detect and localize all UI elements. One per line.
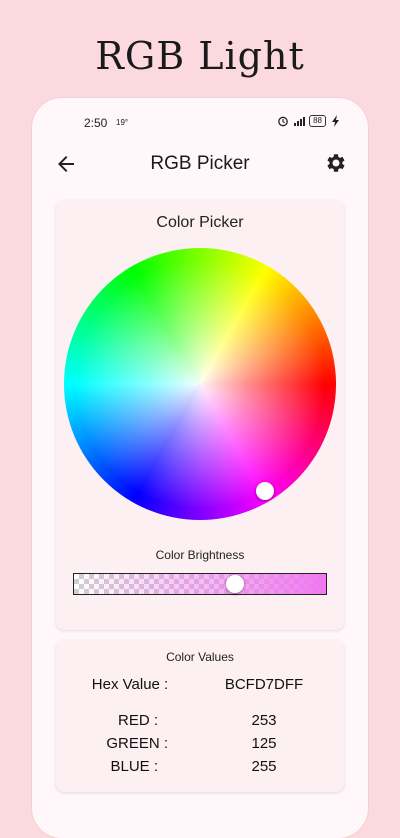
color-values-card: Color Values Hex Value : BCFD7DFF RED : … <box>56 640 344 792</box>
status-time: 2:50 <box>84 116 108 130</box>
green-value: 125 <box>251 735 277 752</box>
red-value: 253 <box>251 712 277 729</box>
phone-frame: 2:50 19° 88 RGB Picker Color Picker Colo… <box>32 98 368 838</box>
hex-value: BCFD7DFF <box>224 676 304 693</box>
status-bar: 2:50 19° 88 <box>32 112 368 132</box>
promo-title: RGB Light <box>95 34 305 78</box>
brightness-slider-thumb[interactable] <box>226 575 244 593</box>
blue-label: BLUE : <box>110 758 158 775</box>
brightness-label: Color Brightness <box>155 548 245 562</box>
battery-icon: 88 <box>309 115 326 127</box>
alarm-icon <box>278 116 288 127</box>
blue-value: 255 <box>251 758 277 775</box>
color-wheel[interactable] <box>64 248 336 520</box>
red-label: RED : <box>117 712 158 729</box>
brightness-slider[interactable] <box>73 573 327 595</box>
color-picker-title: Color Picker <box>156 214 244 231</box>
page-title: RGB Picker <box>150 153 250 174</box>
signal-icon <box>294 117 306 126</box>
color-values-title: Color Values <box>166 650 234 664</box>
gear-icon[interactable] <box>324 151 348 175</box>
app-bar: RGB Picker <box>32 146 368 186</box>
hex-label: Hex Value : <box>91 676 169 693</box>
color-picker-card: Color Picker Color Brightness <box>56 200 344 630</box>
green-label: GREEN : <box>106 735 168 752</box>
status-temperature: 19° <box>116 118 129 127</box>
charging-icon <box>332 115 339 127</box>
status-icons: 88 <box>277 115 342 127</box>
color-wheel-thumb[interactable] <box>256 482 274 500</box>
